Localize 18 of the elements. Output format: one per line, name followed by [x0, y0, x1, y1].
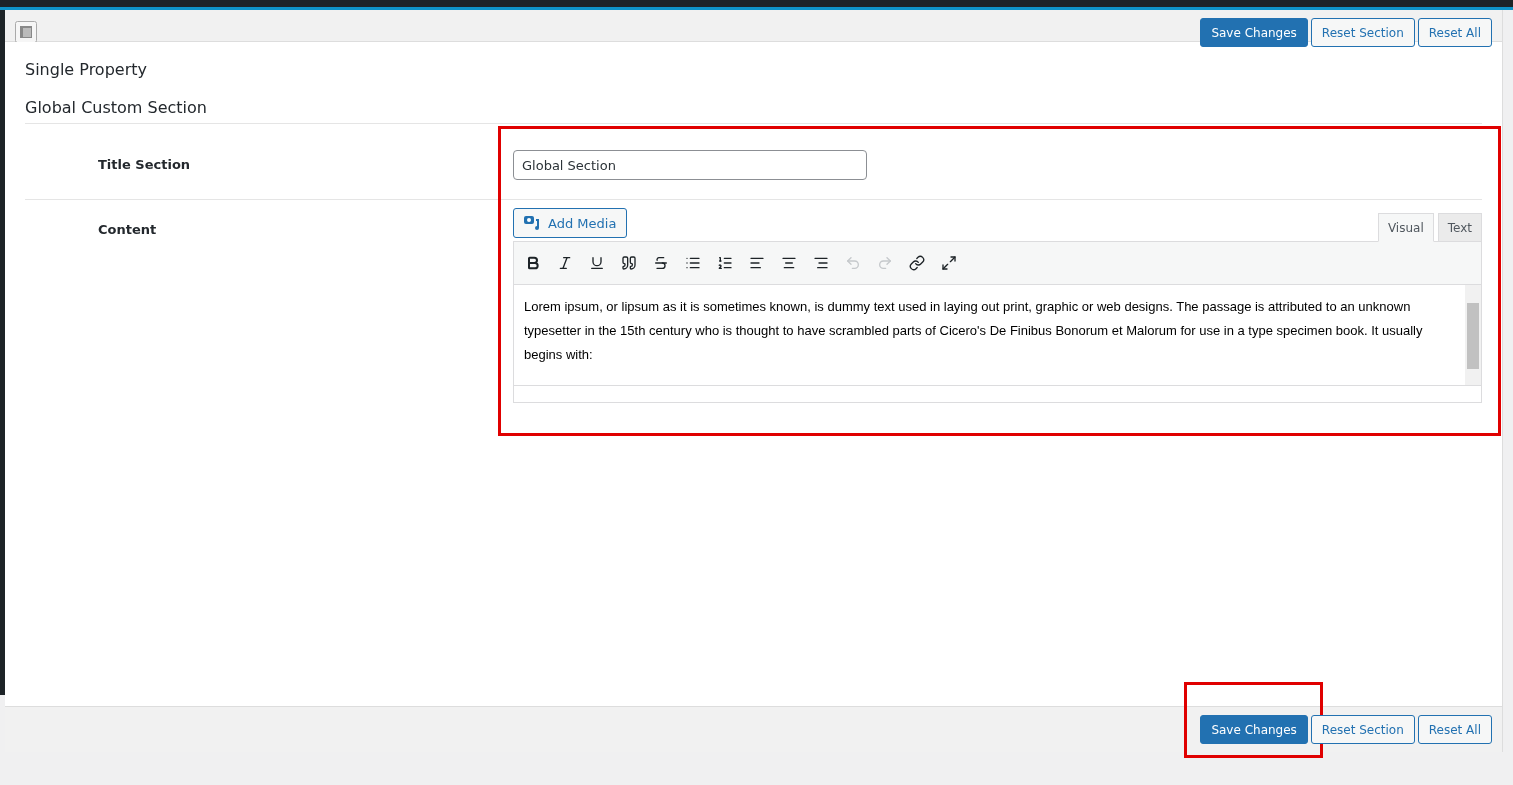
section-title: Global Custom Section [25, 98, 1482, 124]
scrollbar[interactable] [1465, 285, 1481, 385]
reset-button[interactable]: Reset All [1417, 715, 1492, 744]
reset-button[interactable]: Reset All [1417, 18, 1492, 47]
layout-icon[interactable] [15, 21, 37, 43]
media-icon [524, 215, 542, 231]
editor-content[interactable]: Lorem ipsum, or lipsum as it is sometimes known, is dummy text used in laying out print, graphic or web designs. The passage is attributed to an unknown typesetter in the 15th century who is thought to have scrambled parts of Cicero's De Finibus Bonorum et Malorum for use in a type specimen book. It usually begins with: [514, 285, 1465, 385]
save-button[interactable]: Save Changes [1200, 715, 1308, 744]
add-media-button[interactable]: Add Media [513, 208, 628, 238]
reset-button[interactable]: Reset Section [1310, 715, 1415, 744]
editor-tab[interactable]: Visual [1377, 213, 1434, 242]
field-label: Content [97, 221, 158, 239]
save-button[interactable]: Save Changes [1200, 18, 1308, 47]
title-input[interactable]: Global Section [513, 150, 867, 180]
page-title: Single Property [25, 59, 148, 81]
editor-tab[interactable]: Text [1437, 213, 1482, 242]
field-label: Title Section [97, 156, 192, 174]
reset-button[interactable]: Reset Section [1310, 18, 1415, 47]
